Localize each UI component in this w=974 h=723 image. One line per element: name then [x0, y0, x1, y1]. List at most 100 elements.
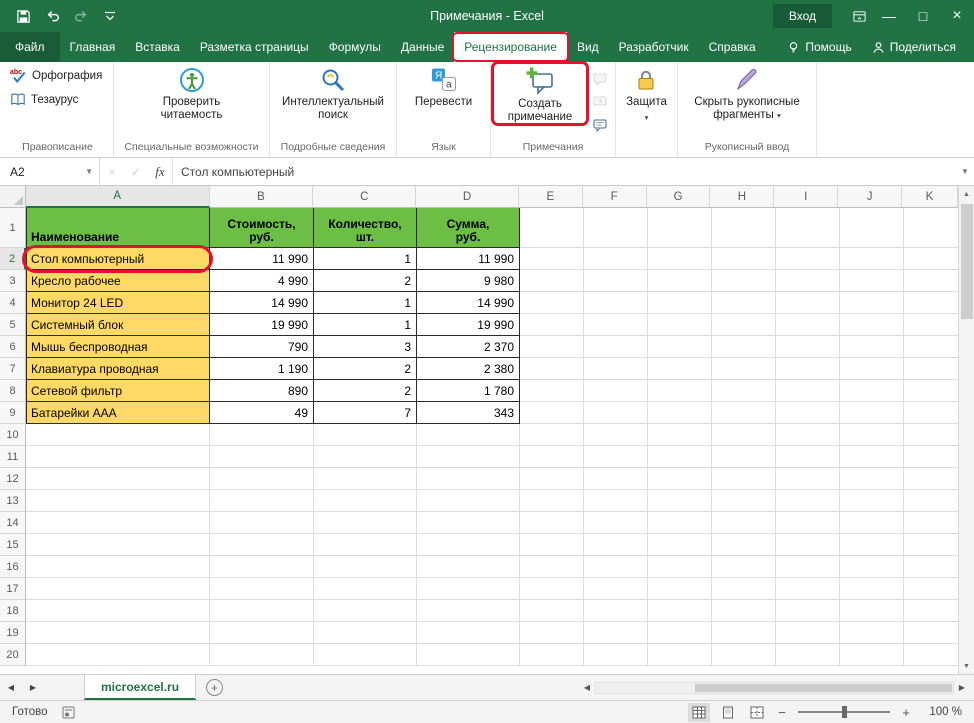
hscroll-right-arrow[interactable]: ▶	[954, 683, 970, 692]
normal-view-button[interactable]	[688, 702, 710, 722]
cell-G19[interactable]	[648, 622, 712, 644]
cell-A7[interactable]: Клавиатура проводная	[26, 358, 210, 380]
cell-A18[interactable]	[26, 600, 210, 622]
cell-G12[interactable]	[648, 468, 712, 490]
cell-K4[interactable]	[904, 292, 958, 314]
cell-I11[interactable]	[776, 446, 840, 468]
cell-D18[interactable]	[417, 600, 520, 622]
cell-B18[interactable]	[210, 600, 314, 622]
cell-K7[interactable]	[904, 358, 958, 380]
cell-E20[interactable]	[520, 644, 584, 666]
new-comment-button[interactable]: Создать примечание	[491, 61, 589, 126]
cell-H1[interactable]	[712, 208, 776, 248]
row-header-3[interactable]: 3	[0, 270, 26, 292]
row-header-6[interactable]: 6	[0, 336, 26, 358]
cell-F3[interactable]	[584, 270, 648, 292]
zoom-slider-thumb[interactable]	[842, 706, 847, 718]
cell-E15[interactable]	[520, 534, 584, 556]
column-header-K[interactable]: K	[902, 186, 958, 208]
cell-G14[interactable]	[648, 512, 712, 534]
cell-K1[interactable]	[904, 208, 958, 248]
cell-G16[interactable]	[648, 556, 712, 578]
tab-data[interactable]: Данные	[391, 32, 454, 62]
zoom-in-button[interactable]: +	[899, 705, 913, 720]
row-header-16[interactable]: 16	[0, 556, 26, 578]
cell-E17[interactable]	[520, 578, 584, 600]
hide-ink-button[interactable]: Скрыть рукописные фрагменты ▾	[680, 63, 814, 122]
cell-B12[interactable]	[210, 468, 314, 490]
save-button[interactable]	[10, 3, 36, 29]
cell-A5[interactable]: Системный блок	[26, 314, 210, 336]
cell-H8[interactable]	[712, 380, 776, 402]
cell-H16[interactable]	[712, 556, 776, 578]
row-header-12[interactable]: 12	[0, 468, 26, 490]
row-header-13[interactable]: 13	[0, 490, 26, 512]
cell-E7[interactable]	[520, 358, 584, 380]
cell-I7[interactable]	[776, 358, 840, 380]
row-header-9[interactable]: 9	[0, 402, 26, 424]
cell-H5[interactable]	[712, 314, 776, 336]
cell-K19[interactable]	[904, 622, 958, 644]
cell-G11[interactable]	[648, 446, 712, 468]
cell-I4[interactable]	[776, 292, 840, 314]
cell-I15[interactable]	[776, 534, 840, 556]
zoom-slider[interactable]	[798, 706, 890, 718]
cell-K6[interactable]	[904, 336, 958, 358]
column-header-I[interactable]: I	[774, 186, 839, 208]
cell-F14[interactable]	[584, 512, 648, 534]
cell-D3[interactable]: 9 980	[417, 270, 520, 292]
translate-button[interactable]: Яa Перевести	[407, 63, 480, 109]
select-all-corner[interactable]	[0, 186, 26, 208]
cell-C4[interactable]: 1	[314, 292, 417, 314]
cell-A14[interactable]	[26, 512, 210, 534]
page-break-view-button[interactable]	[746, 703, 768, 722]
cell-B17[interactable]	[210, 578, 314, 600]
cell-H10[interactable]	[712, 424, 776, 446]
cell-C3[interactable]: 2	[314, 270, 417, 292]
cell-G7[interactable]	[648, 358, 712, 380]
cell-D2[interactable]: 11 990	[417, 248, 520, 270]
row-header-2[interactable]: 2	[0, 248, 26, 270]
cell-F1[interactable]	[584, 208, 648, 248]
cell-G2[interactable]	[648, 248, 712, 270]
cell-C8[interactable]: 2	[314, 380, 417, 402]
formula-input[interactable]: Стол компьютерный	[172, 158, 956, 185]
minimize-button[interactable]: —	[872, 0, 906, 32]
close-button[interactable]: ×	[940, 0, 974, 32]
cell-I19[interactable]	[776, 622, 840, 644]
cell-K10[interactable]	[904, 424, 958, 446]
cell-J19[interactable]	[840, 622, 904, 644]
cell-J2[interactable]	[840, 248, 904, 270]
cell-D15[interactable]	[417, 534, 520, 556]
cell-C20[interactable]	[314, 644, 417, 666]
cell-F10[interactable]	[584, 424, 648, 446]
cell-B5[interactable]: 19 990	[210, 314, 314, 336]
enter-icon[interactable]: ✓	[124, 158, 148, 185]
cell-G3[interactable]	[648, 270, 712, 292]
cell-A10[interactable]	[26, 424, 210, 446]
cell-A1[interactable]: Наименование	[26, 208, 210, 248]
show-comments-button[interactable]	[589, 115, 611, 135]
cell-E4[interactable]	[520, 292, 584, 314]
cell-I17[interactable]	[776, 578, 840, 600]
cell-J17[interactable]	[840, 578, 904, 600]
cell-B19[interactable]	[210, 622, 314, 644]
cell-D8[interactable]: 1 780	[417, 380, 520, 402]
cell-J20[interactable]	[840, 644, 904, 666]
cell-B11[interactable]	[210, 446, 314, 468]
cell-J8[interactable]	[840, 380, 904, 402]
cell-E14[interactable]	[520, 512, 584, 534]
scroll-up-arrow[interactable]: ▲	[963, 186, 970, 202]
row-header-11[interactable]: 11	[0, 446, 26, 468]
cell-E19[interactable]	[520, 622, 584, 644]
cell-G13[interactable]	[648, 490, 712, 512]
column-header-H[interactable]: H	[710, 186, 775, 208]
cell-E8[interactable]	[520, 380, 584, 402]
cell-I3[interactable]	[776, 270, 840, 292]
cell-A16[interactable]	[26, 556, 210, 578]
cell-K5[interactable]	[904, 314, 958, 336]
ink-dropdown-caret[interactable]: ▾	[777, 111, 781, 120]
redo-button[interactable]	[68, 3, 94, 29]
cell-H2[interactable]	[712, 248, 776, 270]
cell-B1[interactable]: Стоимость, руб.	[210, 208, 314, 248]
